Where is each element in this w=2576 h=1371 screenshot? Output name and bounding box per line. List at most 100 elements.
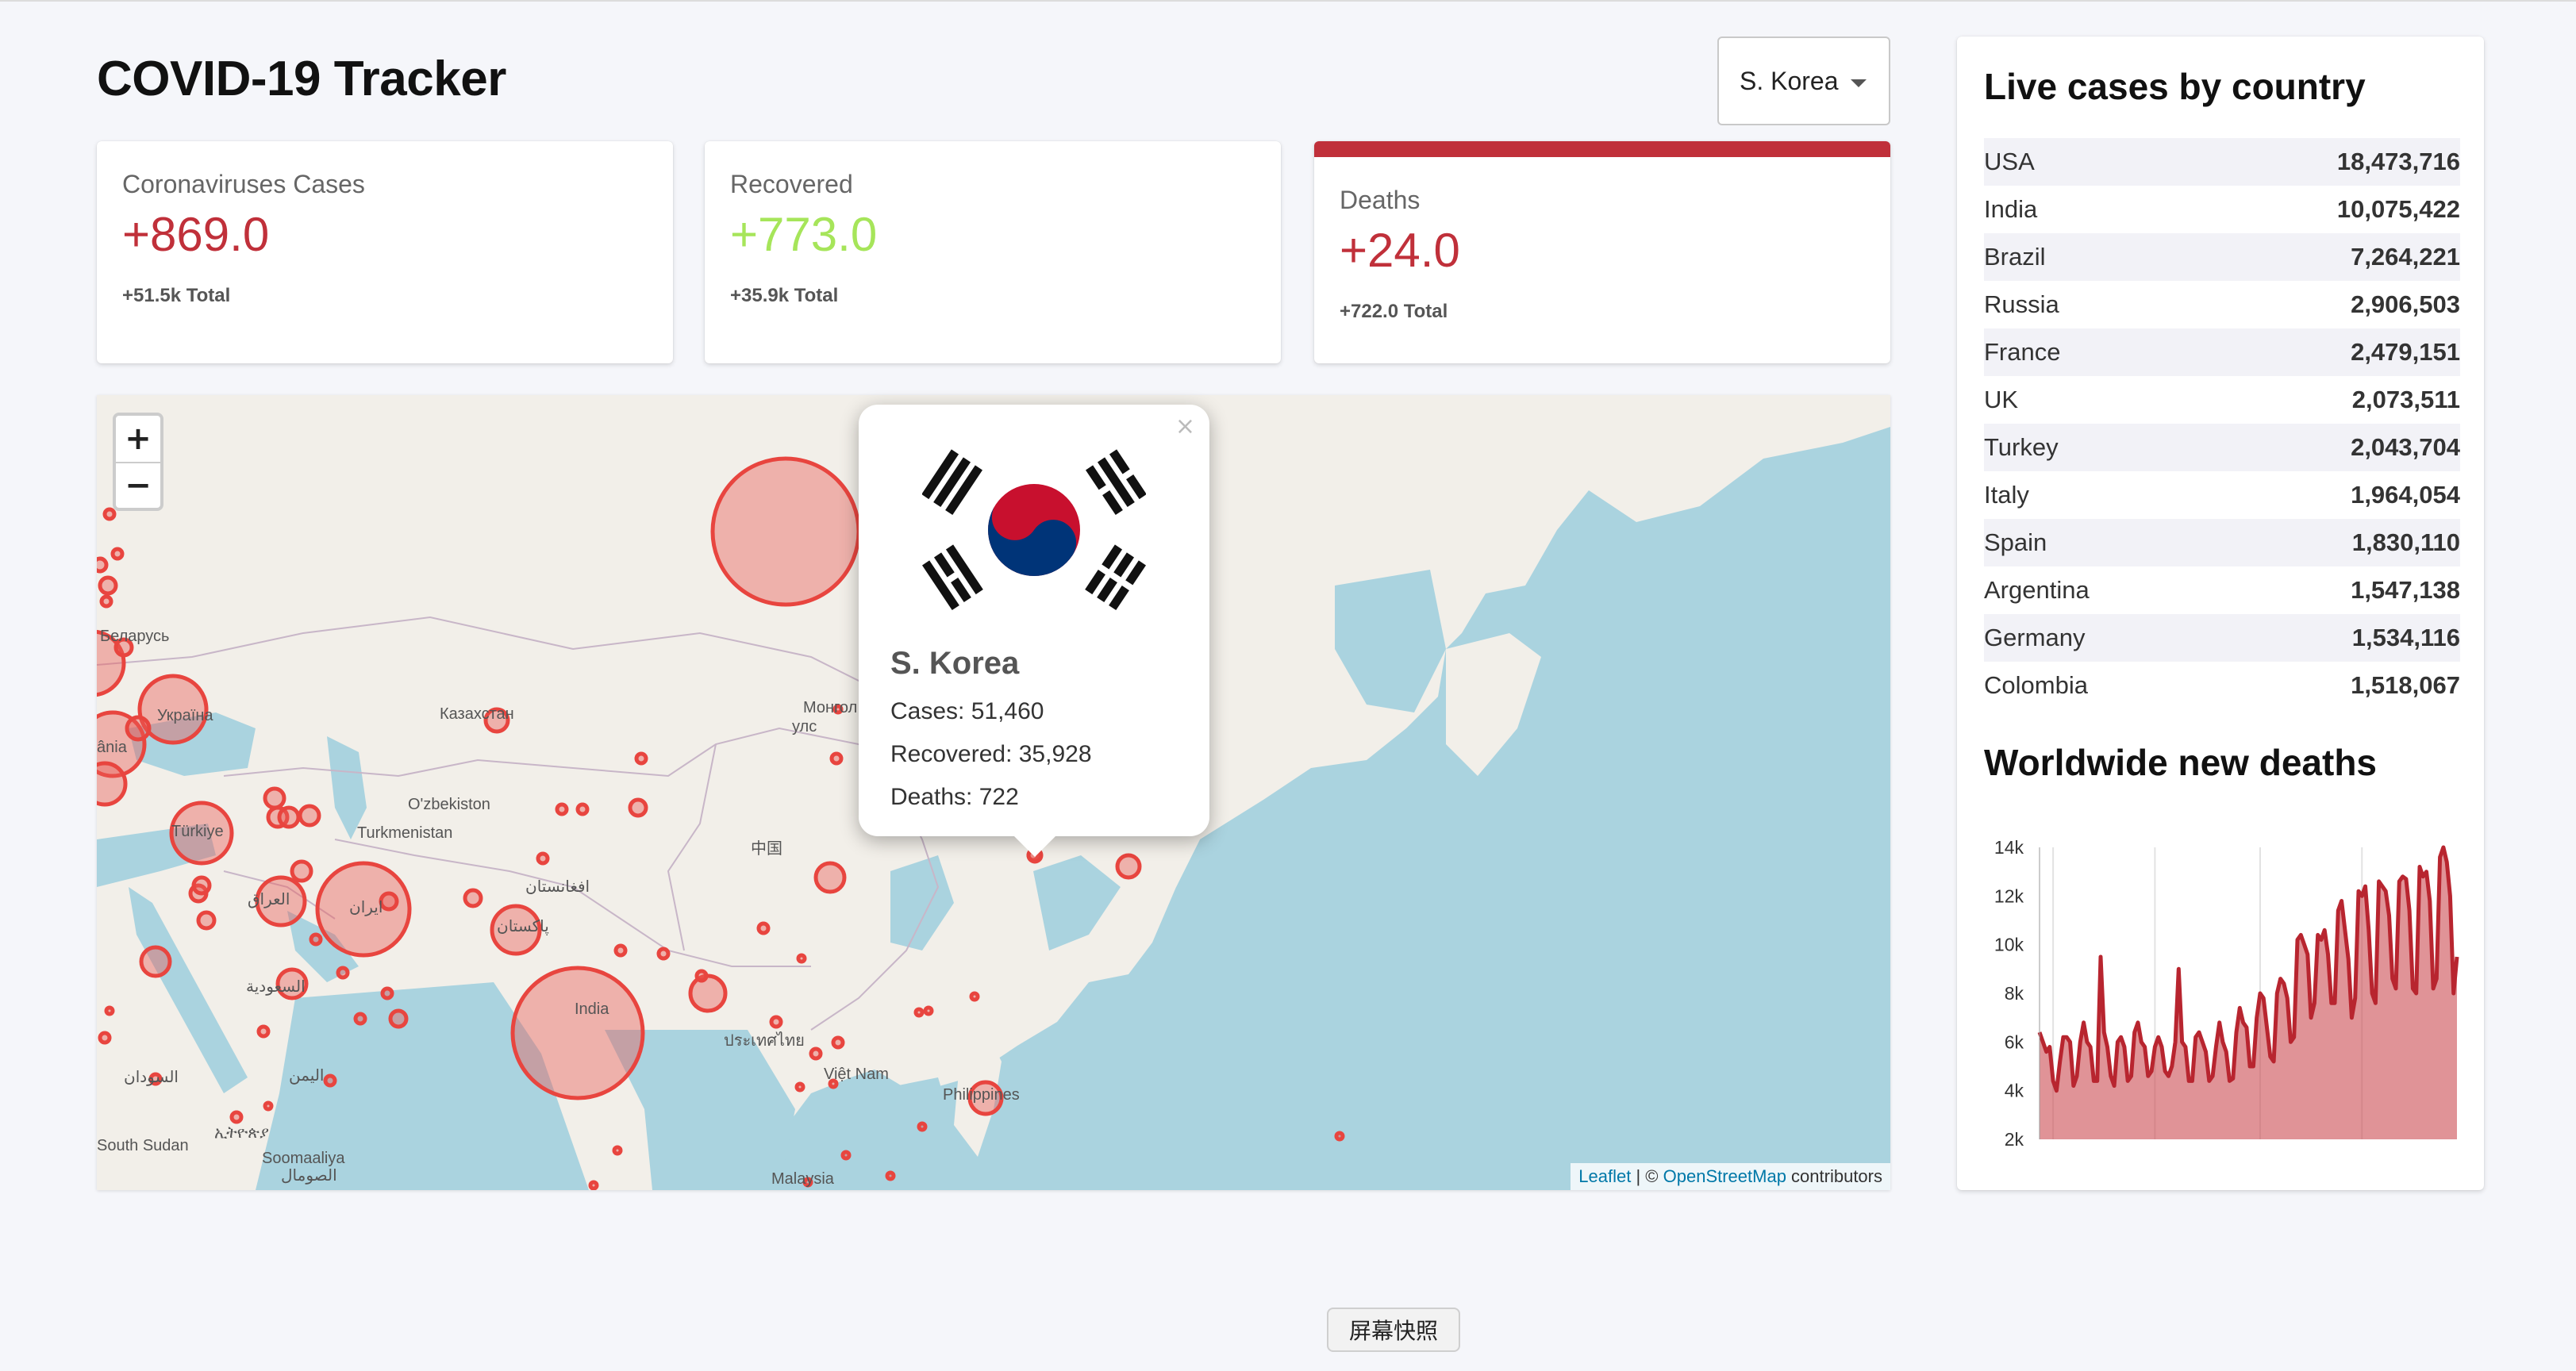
map-label-turkey: Türkiye [171,823,224,840]
map-label-saudi: السعودية [246,978,306,996]
stat-total: +51.5k Total [122,285,231,306]
map-label-south-sudan: South Sudan [97,1137,189,1154]
popup-cases: Cases: 51,460 [890,698,1044,724]
stat-label: Recovered [730,170,853,198]
popup-deaths: Deaths: 722 [890,784,1019,810]
zoom-in-button[interactable]: + [116,416,160,462]
map-label-yemen: اليمن [289,1067,324,1085]
zoom-out-button[interactable]: − [116,462,160,508]
country-cases: 1,534,116 [2351,624,2460,651]
table-row: France 2,479,151 [1984,328,2460,376]
table-row: Spain 1,830,110 [1984,519,2460,566]
map-label-afghanistan: افغانستان [525,878,590,896]
leaflet-link[interactable]: Leaflet [1578,1166,1631,1186]
popup-recovered: Recovered: 35,928 [890,741,1092,767]
y-tick-label: 2k [2005,1129,2024,1150]
stat-card-recovered[interactable]: Recovered +773.0 +35.9k Total [705,141,1281,363]
y-tick-label: 8k [2005,983,2024,1004]
table-row: USA 18,473,716 [1984,138,2460,186]
table-row: India 10,075,422 [1984,186,2460,233]
country-cases: 18,473,716 [2336,148,2460,175]
country-cases: 2,073,511 [2351,386,2460,413]
map-label-india: India [575,1000,609,1018]
country-select[interactable]: S. Korea [1717,36,1890,125]
map-label-kazakhstan: Казахстан [440,705,514,723]
country-table: USA 18,473,716 India 10,075,422 Brazil 7,264,… [1984,138,2460,709]
table-row: Colombia 1,518,067 [1984,662,2460,709]
table-row: UK 2,073,511 [1984,376,2460,424]
table-row: Turkey 2,043,704 [1984,424,2460,471]
stat-total: +35.9k Total [730,285,839,306]
map-label-mongolia2: улс [792,718,817,735]
stat-card-deaths[interactable]: Deaths +24.0 +722.0 Total [1314,141,1890,363]
country-name: Germany [1984,624,2086,651]
map-label-somalia2: الصومال [281,1167,337,1185]
table-row: Italy 1,964,054 [1984,471,2460,519]
country-name: Turkey [1984,433,2059,461]
country-name: Brazil [1984,243,2046,271]
country-name: India [1984,195,2038,223]
south-korea-flag-icon [922,449,1146,611]
stat-value: +24.0 [1340,224,1460,277]
map-label-romania: ânia [97,739,128,756]
sidebar: Live cases by country USA 18,473,716 India… [1957,36,2484,1190]
country-cases: 1,830,110 [2351,528,2460,556]
map-label-vietnam: Việt Nam [824,1066,889,1083]
y-tick-label: 6k [2005,1031,2024,1052]
map-label-iran: ایران [349,899,383,916]
map-label-uzbekistan: O'zbekiston [408,796,490,813]
map-label-somalia: Soomaaliya [262,1150,345,1167]
land-kamchatka [1446,633,1541,776]
close-icon[interactable]: × [1175,413,1195,440]
zoom-control: + − [113,413,163,511]
chart-title: Worldwide new deaths [1984,742,2377,783]
country-select-value: S. Korea [1740,66,1839,95]
live-cases-title: Live cases by country [1984,66,2366,107]
y-tick-label: 12k [1994,885,2024,906]
country-cases: 2,479,151 [2351,338,2460,366]
map-label-ukraine: Україна [157,707,213,724]
map-label-malaysia: Malaysia [771,1170,835,1188]
country-cases: 2,906,503 [2351,290,2460,318]
map-label-philippines: Philippines [943,1086,1020,1104]
country-cases: 1,964,054 [2351,481,2460,509]
map-label-turkmenistan: Turkmenistan [357,824,452,842]
country-name: Spain [1984,528,2047,556]
map-label-belarus: Беларусь [100,628,169,645]
country-name: Italy [1984,481,2029,509]
deaths-chart: Sep 2020Oct 2020Nov 2020Dec 20202k4k6k8k… [1994,837,2459,1150]
popup-country-name: S. Korea [890,646,1020,681]
country-cases: 10,075,422 [2336,195,2460,223]
country-name: USA [1984,148,2035,175]
stat-label: Deaths [1340,186,1421,214]
y-tick-label: 10k [1994,935,2024,955]
country-name: UK [1984,386,2019,413]
country-cases: 2,043,704 [2351,433,2460,461]
table-row: Brazil 7,264,221 [1984,233,2460,281]
y-tick-label: 4k [2005,1081,2024,1101]
y-tick-label: 14k [1994,837,2024,858]
table-row: Argentina 1,547,138 [1984,566,2460,614]
screenshot-tooltip: 屏幕快照 [1327,1308,1460,1352]
table-row: Russia 2,906,503 [1984,281,2460,328]
map-label-china: 中国 [751,839,782,858]
country-name: Russia [1984,290,2059,318]
country-cases: 1,518,067 [2351,671,2460,699]
map-label-mongolia: Монгол [803,699,857,716]
stat-card-cases[interactable]: Coronaviruses Cases +869.0 +51.5k Total [97,141,673,363]
map-label-pakistan: پاکستان [497,918,549,936]
chevron-down-icon [1851,79,1867,87]
map-label-sudan: السودان [124,1069,179,1086]
app-title: COVID-19 Tracker [97,52,506,106]
osm-link[interactable]: OpenStreetMap [1663,1166,1786,1186]
country-name: Argentina [1984,576,2090,604]
stat-total: +722.0 Total [1340,301,1448,322]
table-row: Germany 1,534,116 [1984,614,2460,662]
country-popup: × S. Korea Cases: 51,460 Recovered: 35,9… [859,405,1209,857]
stat-value: +773.0 [730,208,878,261]
map-label-iraq: العراق [248,891,290,908]
attribution-sep: | © [1631,1166,1663,1186]
country-name: France [1984,338,2061,366]
map-label-ethiopia: ኢትዮጵያ [214,1124,269,1142]
map-attribution: Leaflet | © OpenStreetMap contributors [1571,1163,1890,1190]
